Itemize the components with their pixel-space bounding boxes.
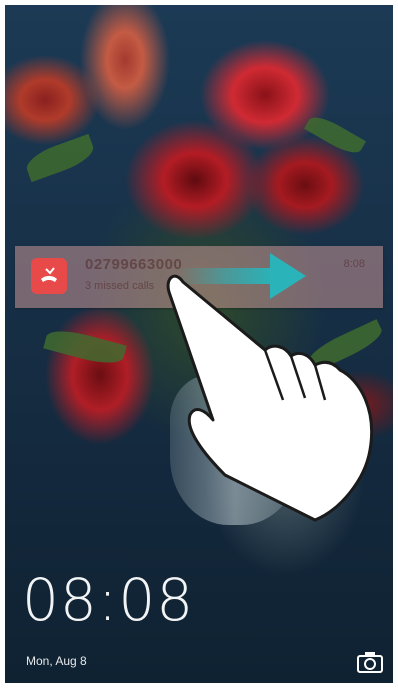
lockscreen-date: Mon, Aug 8	[26, 654, 87, 668]
lockscreen-clock: 08:08	[22, 566, 195, 634]
leaf-decoration	[22, 133, 98, 183]
notification-time: 8:08	[343, 258, 365, 270]
leaf-decoration	[43, 325, 127, 369]
leaf-decoration	[304, 111, 366, 159]
hand-gesture-icon	[166, 274, 373, 522]
notification-subtitle: 3 missed calls	[85, 280, 155, 292]
missed-call-icon	[31, 258, 67, 294]
camera-icon[interactable]	[357, 651, 383, 673]
